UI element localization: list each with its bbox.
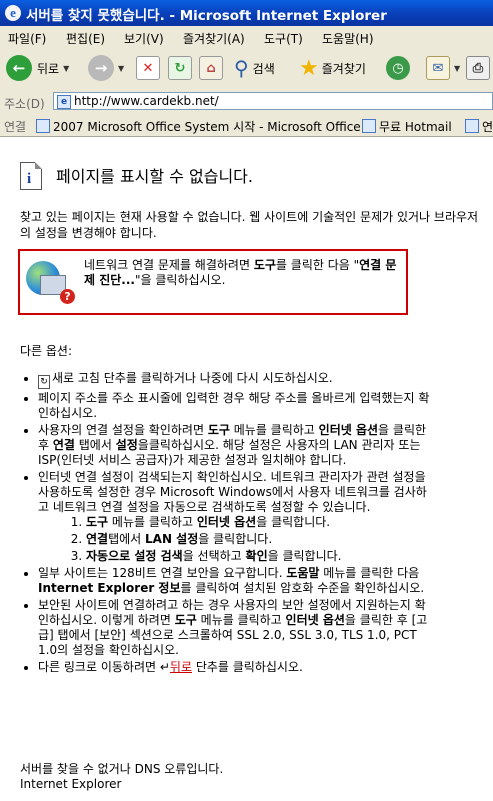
forward-dropdown-icon[interactable]: ▼ <box>118 64 124 73</box>
menu-view[interactable]: 보기(V) <box>124 30 164 47</box>
list-item: 다른 링크로 이동하려면 ↵뒤로 단추를 클릭하십시오. <box>38 660 433 675</box>
intro-text: 찾고 있는 페이지는 현재 사용할 수 없습니다. 웹 사이트에 기술적인 문제… <box>20 210 479 240</box>
address-bar: 주소(D) e http://www.cardekb.net/ <box>0 90 493 115</box>
page-icon <box>36 119 50 133</box>
page-icon <box>362 119 376 133</box>
menu-favorites[interactable]: 즐겨찾기(A) <box>183 30 245 47</box>
title-bar: e 서버를 찾지 못했습니다. - Microsoft Internet Exp… <box>0 0 493 26</box>
stop-icon: ✕ <box>136 56 160 80</box>
search-icon: ⚲ <box>234 56 249 80</box>
back-label: 뒤로 <box>37 61 60 76</box>
back-dropdown-icon[interactable]: ▼ <box>63 64 69 73</box>
link-more[interactable]: 연 <box>465 118 493 135</box>
home-icon: ⌂ <box>199 56 223 80</box>
history-icon: ◷ <box>386 56 410 80</box>
toolbar: ← 뒤로 ▼ → ▼ ✕ ↻ ⌂ ⚲ 검색 ★ 즐겨찾기 ◷ ✉ ▼ ⎙ <box>0 48 493 91</box>
info-icon: i <box>20 162 42 190</box>
ie-logo-icon: e <box>5 5 21 21</box>
list-item: 사용자의 연결 설정을 확인하려면 도구 메뉴를 클릭하고 인터넷 옵션을 클릭… <box>38 423 433 468</box>
link-office[interactable]: 2007 Microsoft Office System 시작 - Micros… <box>36 118 361 135</box>
favorites-label: 즐겨찾기 <box>321 61 366 76</box>
print-button[interactable]: ⎙ <box>466 54 490 82</box>
page-icon <box>465 119 479 133</box>
menu-file[interactable]: 파일(F) <box>8 30 46 47</box>
link-hotmail-label: 무료 Hotmail <box>379 120 452 134</box>
menu-help[interactable]: 도움말(H) <box>322 30 374 47</box>
diagnose-text: 네트워크 연결 문제를 해결하려면 도구를 클릭한 다음 "연결 문제 진단..… <box>84 258 397 287</box>
mail-icon: ✉ <box>426 56 450 80</box>
back-button[interactable]: ← 뒤로 ▼ <box>6 54 69 82</box>
list-item: 인터넷 연결 설정이 검색되는지 확인하십시오. 네트워크 관리자가 관련 설정… <box>38 470 433 564</box>
footer: 서버를 찾을 수 없거나 DNS 오류입니다. Internet Explore… <box>20 762 223 792</box>
steps-list: 도구 메뉴를 클릭하고 인터넷 옵션을 클릭합니다. 연결탭에서 LAN 설정을… <box>38 515 433 564</box>
refresh-icon: ↻ <box>168 56 192 80</box>
link-more-label: 연 <box>482 120 493 134</box>
print-icon: ⎙ <box>466 56 490 80</box>
diagnose-box: ? 네트워크 연결 문제를 해결하려면 도구를 클릭한 다음 "연결 문제 진단… <box>18 249 408 315</box>
links-label: 연결 <box>4 120 27 134</box>
page-icon: e <box>57 95 71 109</box>
page-content: i 페이지를 표시할 수 없습니다. 찾고 있는 페이지는 현재 사용할 수 없… <box>0 137 493 801</box>
refresh-icon: ↻ <box>38 375 50 389</box>
list-item: 보안된 사이트에 연결하려고 하는 경우 사용자의 보안 설정에서 지원하는지 … <box>38 598 433 658</box>
menu-tools[interactable]: 도구(T) <box>264 30 303 47</box>
links-bar: 연결 2007 Microsoft Office System 시작 - Mic… <box>0 114 493 137</box>
options-list: ↻새로 고침 단추를 클릭하거나 나중에 다시 시도하십시오. 페이지 주소를 … <box>20 371 433 677</box>
refresh-button[interactable]: ↻ <box>168 54 192 82</box>
back-link[interactable]: 뒤로 <box>170 660 192 674</box>
address-url[interactable]: http://www.cardekb.net/ <box>74 94 219 108</box>
mail-dropdown-icon[interactable]: ▼ <box>454 64 460 73</box>
list-item: ↻새로 고침 단추를 클릭하거나 나중에 다시 시도하십시오. <box>38 371 433 389</box>
forward-arrow-icon: → <box>88 55 114 81</box>
history-button[interactable]: ◷ <box>386 54 410 82</box>
step-item: 자동으로 설정 검색을 선택하고 확인을 클릭합니다. <box>86 549 433 564</box>
link-hotmail[interactable]: 무료 Hotmail <box>362 118 452 135</box>
stop-button[interactable]: ✕ <box>136 54 160 82</box>
favorites-button[interactable]: ★ 즐겨찾기 <box>299 54 366 82</box>
footer-error-text: 서버를 찾을 수 없거나 DNS 오류입니다. <box>20 762 224 776</box>
menu-bar: 파일(F) 편집(E) 보기(V) 즐겨찾기(A) 도구(T) 도움말(H) <box>0 26 493 49</box>
window-title: 서버를 찾지 못했습니다. - Microsoft Internet Explo… <box>26 8 387 24</box>
search-label: 검색 <box>252 61 275 76</box>
footer-app-name: Internet Explorer <box>20 777 122 791</box>
step-item: 연결탭에서 LAN 설정을 클릭합니다. <box>86 532 433 547</box>
page-title: 페이지를 표시할 수 없습니다. <box>56 167 253 186</box>
step-item: 도구 메뉴를 클릭하고 인터넷 옵션을 클릭합니다. <box>86 515 433 530</box>
address-field[interactable]: e http://www.cardekb.net/ <box>53 92 493 110</box>
back-link-icon: ↵ <box>159 660 170 674</box>
search-button[interactable]: ⚲ 검색 <box>234 54 275 82</box>
link-office-label: 2007 Microsoft Office System 시작 - Micros… <box>53 120 361 134</box>
mail-button[interactable]: ✉ ▼ <box>426 54 460 82</box>
back-arrow-icon: ← <box>6 55 32 81</box>
list-item: 페이지 주소를 주소 표시줄에 입력한 경우 해당 주소를 올바르게 입력했는지… <box>38 391 433 421</box>
other-options-label: 다른 옵션: <box>20 344 73 358</box>
list-item: 일부 사이트는 128비트 연결 보안을 요구합니다. 도움말 메뉴를 클릭한 … <box>38 566 433 596</box>
question-icon: ? <box>60 289 75 304</box>
menu-edit[interactable]: 편집(E) <box>66 30 105 47</box>
forward-button[interactable]: → ▼ <box>88 54 124 82</box>
favorites-star-icon: ★ <box>299 55 319 81</box>
address-label: 주소(D) <box>4 97 45 111</box>
home-button[interactable]: ⌂ <box>199 54 223 82</box>
